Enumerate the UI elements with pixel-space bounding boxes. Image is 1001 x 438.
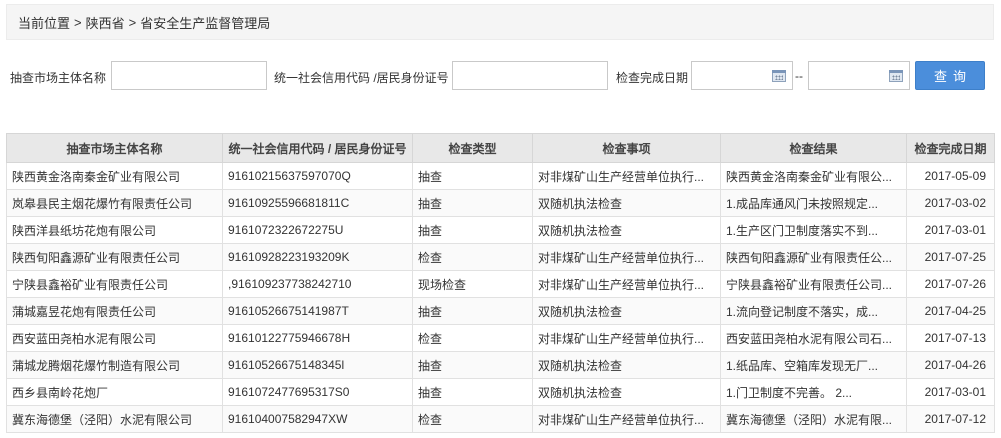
check-item-cell: 对非煤矿山生产经营单位执行... xyxy=(532,243,721,271)
entity-name-cell[interactable]: 岚皋县民主烟花爆竹有限责任公司 xyxy=(6,189,223,217)
entity-name-cell[interactable]: 陕西黄金洛南秦金矿业有限公司 xyxy=(6,162,223,190)
calendar-icon[interactable] xyxy=(889,70,903,82)
column-header-check-item: 检查事项 xyxy=(532,133,721,163)
entity-name-cell[interactable]: 宁陕县鑫裕矿业有限责任公司 xyxy=(6,270,223,298)
check-date-cell: 2017-07-13 xyxy=(906,324,995,352)
check-type-cell: 抽查 xyxy=(412,297,533,325)
breadcrumb-item-bureau[interactable]: 省安全生产监督管理局 xyxy=(140,13,270,32)
entity-name-cell[interactable]: 西安蓝田尧柏水泥有限公司 xyxy=(6,324,223,352)
column-header-entity: 抽查市场主体名称 xyxy=(6,133,223,163)
results-table: 抽查市场主体名称 统一社会信用代码 / 居民身份证号 检查类型 检查事项 检查结… xyxy=(6,133,995,433)
check-type-cell: 抽查 xyxy=(412,378,533,406)
table-header-row: 抽查市场主体名称 统一社会信用代码 / 居民身份证号 检查类型 检查事项 检查结… xyxy=(6,133,995,163)
check-result-cell: 1.流向登记制度不落实，成... xyxy=(720,297,907,325)
table-row[interactable]: 蒲城龙腾烟花爆竹制造有限公司 91610526675148345l 抽查 双随机执法检… xyxy=(6,351,995,379)
entity-name-cell[interactable]: 陕西洋县纸坊花炮有限公司 xyxy=(6,216,223,244)
credit-code-label: 统一社会信用代码 /居民身份证号 xyxy=(274,71,449,85)
check-type-cell: 检查 xyxy=(412,324,533,352)
check-date-cell: 2017-03-01 xyxy=(906,216,995,244)
credit-code-cell: 91610122775946678H xyxy=(222,324,413,352)
check-result-cell: 宁陕县鑫裕矿业有限责任公司... xyxy=(720,270,907,298)
check-type-cell: 检查 xyxy=(412,243,533,271)
breadcrumb-separator: > xyxy=(74,14,82,30)
check-item-cell: 对非煤矿山生产经营单位执行... xyxy=(532,324,721,352)
column-header-check-date: 检查完成日期 xyxy=(906,133,995,163)
breadcrumb-item-province[interactable]: 陕西省 xyxy=(86,13,125,32)
credit-code-cell: 916104007582947XW xyxy=(222,405,413,433)
check-result-cell: 冀东海德堡（泾阳）水泥有限... xyxy=(720,405,907,433)
breadcrumb-separator: > xyxy=(128,14,137,30)
table-row[interactable]: 西安蓝田尧柏水泥有限公司 91610122775946678H 检查 对非煤矿山生产经… xyxy=(6,324,995,352)
table-row[interactable]: 陕西黄金洛南秦金矿业有限公司 91610215637597070Q 抽查 对非煤矿山生… xyxy=(6,162,995,190)
column-header-check-type: 检查类型 xyxy=(412,133,533,163)
check-item-cell: 双随机执法检查 xyxy=(532,189,721,217)
entity-name-label: 抽查市场主体名称 xyxy=(10,71,107,85)
check-date-cell: 2017-04-25 xyxy=(906,297,995,325)
credit-code-cell: 91610928223193209K xyxy=(222,243,413,271)
check-date-cell: 2017-07-25 xyxy=(906,243,995,271)
check-result-cell: 陕西旬阳鑫源矿业有限责任公... xyxy=(720,243,907,271)
check-date-cell: 2017-03-01 xyxy=(906,378,995,406)
check-date-cell: 2017-03-02 xyxy=(906,189,995,217)
breadcrumb: 当前位置 > 陕西省 > 省安全生产监督管理局 xyxy=(6,4,994,40)
credit-code-input[interactable] xyxy=(452,61,608,90)
check-item-cell: 对非煤矿山生产经营单位执行... xyxy=(532,405,721,433)
check-result-cell: 1.成品库通风门未按照规定... xyxy=(720,189,907,217)
check-date-cell: 2017-07-26 xyxy=(906,270,995,298)
table-row[interactable]: 西乡县南岭花炮厂 9161072477695317S0 抽查 双随机执法检查 1.门卫制… xyxy=(6,378,995,406)
check-item-cell: 双随机执法检查 xyxy=(532,351,721,379)
column-header-check-result: 检查结果 xyxy=(720,133,907,163)
check-result-cell: 1.生产区门卫制度落实不到... xyxy=(720,216,907,244)
check-result-cell: 1.纸品库、空箱库发现无厂... xyxy=(720,351,907,379)
check-item-cell: 对非煤矿山生产经营单位执行... xyxy=(532,162,721,190)
check-type-cell: 检查 xyxy=(412,405,533,433)
check-date-cell: 2017-07-12 xyxy=(906,405,995,433)
check-result-cell: 1.门卫制度不完善。 2... xyxy=(720,378,907,406)
entity-name-input[interactable] xyxy=(111,61,267,90)
check-date-cell: 2017-05-09 xyxy=(906,162,995,190)
table-row[interactable]: 陕西旬阳鑫源矿业有限责任公司 91610928223193209K 检查 对非煤矿山生… xyxy=(6,243,995,271)
entity-name-cell[interactable]: 陕西旬阳鑫源矿业有限责任公司 xyxy=(6,243,223,271)
table-row[interactable]: 蒲城嘉昱花炮有限责任公司 91610526675141987T 抽查 双随机执法检查 1… xyxy=(6,297,995,325)
table-row[interactable]: 宁陕县鑫裕矿业有限责任公司 ,916109237738242710 现场检查 对非煤矿… xyxy=(6,270,995,298)
table-row[interactable]: 冀东海德堡（泾阳）水泥有限公司 916104007582947XW 检查 对非煤矿山生… xyxy=(6,405,995,433)
credit-code-cell: ,916109237738242710 xyxy=(222,270,413,298)
check-result-cell: 陕西黄金洛南秦金矿业有限公... xyxy=(720,162,907,190)
entity-name-cell[interactable]: 西乡县南岭花炮厂 xyxy=(6,378,223,406)
check-date-label: 检查完成日期 xyxy=(616,71,689,85)
credit-code-cell: 91610925596681811C xyxy=(222,189,413,217)
check-type-cell: 抽查 xyxy=(412,351,533,379)
check-type-cell: 抽查 xyxy=(412,189,533,217)
check-item-cell: 双随机执法检查 xyxy=(532,216,721,244)
check-date-cell: 2017-04-26 xyxy=(906,351,995,379)
check-type-cell: 抽查 xyxy=(412,162,533,190)
date-to-input[interactable] xyxy=(808,61,910,90)
check-item-cell: 双随机执法检查 xyxy=(532,297,721,325)
table-row[interactable]: 陕西洋县纸坊花炮有限公司 9161072322672275U 抽查 双随机执法检查 1.… xyxy=(6,216,995,244)
credit-code-cell: 91610215637597070Q xyxy=(222,162,413,190)
date-from-input[interactable] xyxy=(691,61,793,90)
credit-code-cell: 91610526675148345l xyxy=(222,351,413,379)
entity-name-cell[interactable]: 蒲城嘉昱花炮有限责任公司 xyxy=(6,297,223,325)
credit-code-cell: 9161072477695317S0 xyxy=(222,378,413,406)
credit-code-cell: 9161072322672275U xyxy=(222,216,413,244)
breadcrumb-current-label: 当前位置 xyxy=(18,15,71,31)
date-range-separator: -- xyxy=(795,69,803,83)
entity-name-cell[interactable]: 蒲城龙腾烟花爆竹制造有限公司 xyxy=(6,351,223,379)
check-type-cell: 现场检查 xyxy=(412,270,533,298)
search-form: 抽查市场主体名称 统一社会信用代码 /居民身份证号 检查完成日期 -- 查询 xyxy=(0,56,1001,96)
column-header-credit-code: 统一社会信用代码 / 居民身份证号 xyxy=(222,133,413,163)
credit-code-cell: 91610526675141987T xyxy=(222,297,413,325)
check-item-cell: 对非煤矿山生产经营单位执行... xyxy=(532,270,721,298)
table-row[interactable]: 岚皋县民主烟花爆竹有限责任公司 91610925596681811C 抽查 双随机执法… xyxy=(6,189,995,217)
calendar-icon[interactable] xyxy=(772,70,786,82)
check-item-cell: 双随机执法检查 xyxy=(532,378,721,406)
search-button[interactable]: 查询 xyxy=(915,61,985,90)
check-type-cell: 抽查 xyxy=(412,216,533,244)
entity-name-cell[interactable]: 冀东海德堡（泾阳）水泥有限公司 xyxy=(6,405,223,433)
check-result-cell: 西安蓝田尧柏水泥有限公司石... xyxy=(720,324,907,352)
